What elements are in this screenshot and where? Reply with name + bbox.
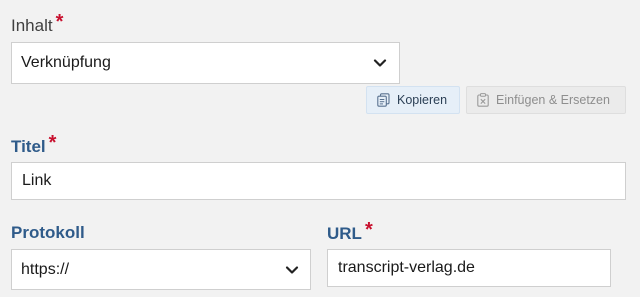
chevron-down-icon <box>285 265 299 274</box>
required-marker: * <box>48 132 57 154</box>
copy-icon <box>377 93 390 107</box>
copy-button[interactable]: Kopieren <box>366 86 460 114</box>
url-label-text: URL <box>327 224 362 243</box>
title-input[interactable]: Link <box>11 162 626 200</box>
title-label-text: Titel <box>11 137 46 156</box>
url-input[interactable]: transcript-verlag.de <box>327 249 611 287</box>
protocol-select[interactable]: https:// <box>11 249 311 290</box>
paste-replace-button-label: Einfügen & Ersetzen <box>496 93 610 107</box>
content-type-select[interactable]: Verknüpfung <box>11 42 400 84</box>
required-marker: * <box>364 219 373 241</box>
clipboard-paste-icon <box>477 93 489 107</box>
protocol-label-text: Protokoll <box>11 223 85 242</box>
protocol-label: Protokoll <box>11 223 85 243</box>
url-input-value: transcript-verlag.de <box>338 259 475 276</box>
content-label: Inhalt * <box>11 12 63 36</box>
url-label: URL * <box>327 220 373 244</box>
paste-replace-button[interactable]: Einfügen & Ersetzen <box>466 86 626 114</box>
chevron-down-icon <box>373 59 387 67</box>
title-label: Titel * <box>11 133 56 157</box>
required-marker: * <box>55 11 64 33</box>
copy-button-label: Kopieren <box>397 93 448 107</box>
content-type-selected-value: Verknüpfung <box>21 54 111 71</box>
content-label-text: Inhalt <box>11 16 53 35</box>
title-input-value: Link <box>22 172 52 189</box>
protocol-selected-value: https:// <box>21 260 70 278</box>
